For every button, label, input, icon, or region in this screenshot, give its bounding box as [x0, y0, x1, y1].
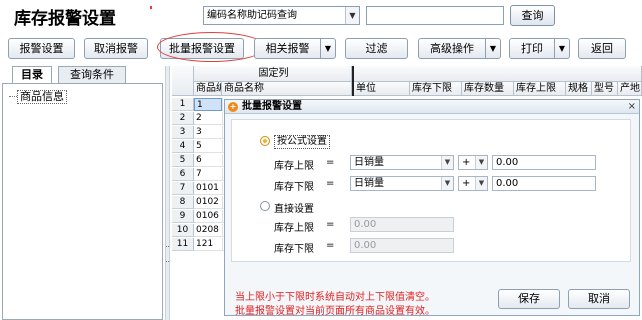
- row-number[interactable]: 10: [172, 224, 194, 237]
- product-code-cell[interactable]: 6: [194, 154, 222, 167]
- direct-upper-label: 库存上限: [274, 223, 314, 234]
- tab-query-conditions[interactable]: 查询条件: [58, 66, 126, 83]
- alarm-settings-button[interactable]: 报警设置: [8, 38, 75, 59]
- chevron-down-icon[interactable]: ▼: [475, 156, 487, 169]
- red-marker: [150, 6, 152, 9]
- note-clear-warning: 当上限小于下限时系统自动对上下限值清空。: [235, 292, 435, 303]
- product-code-cell[interactable]: 3: [194, 126, 222, 139]
- equals-sign: =: [326, 240, 335, 251]
- cancel-button[interactable]: 取消: [568, 289, 630, 309]
- col-header[interactable]: 单位: [354, 82, 410, 96]
- product-code-cell[interactable]: 0101: [194, 182, 222, 195]
- lower-limit-label: 库存下限: [274, 182, 314, 193]
- product-code-cell[interactable]: 7: [194, 168, 222, 181]
- splitter-grip[interactable]: [166, 246, 169, 262]
- col-header[interactable]: 商品编码: [194, 82, 222, 96]
- product-code-cell[interactable]: 1: [194, 98, 222, 111]
- row-number[interactable]: 3: [172, 126, 194, 139]
- direct-radio[interactable]: [260, 201, 270, 211]
- upper-source-select[interactable]: 日销量 ▼: [350, 155, 454, 170]
- print-button[interactable]: 打印: [509, 38, 555, 59]
- row-number[interactable]: 1: [172, 98, 194, 111]
- equals-sign: =: [326, 157, 335, 168]
- product-code-cell[interactable]: 0102: [194, 196, 222, 209]
- direct-upper-input[interactable]: 0.00: [350, 217, 454, 232]
- upper-value-input[interactable]: 0.00: [492, 155, 596, 170]
- direct-lower-label: 库存下限: [274, 244, 314, 255]
- header-spacer: [354, 66, 642, 82]
- chevron-down-icon[interactable]: ▼: [441, 177, 453, 190]
- row-number[interactable]: 4: [172, 140, 194, 153]
- query-button[interactable]: 查询: [510, 5, 555, 26]
- col-header[interactable]: 库存下限: [410, 82, 462, 96]
- save-button[interactable]: 保存: [498, 289, 560, 309]
- product-code-cell[interactable]: 5: [194, 140, 222, 153]
- chevron-down-icon[interactable]: ▼: [475, 177, 487, 190]
- direct-option-label[interactable]: 直接设置: [274, 200, 314, 215]
- corner-cell: [172, 66, 194, 96]
- product-code-cell[interactable]: 0208: [194, 224, 222, 237]
- tab-catalog[interactable]: 目录: [12, 66, 52, 83]
- fixed-columns-header: 固定列: [194, 66, 352, 82]
- tree-connector: [9, 96, 17, 97]
- row-number[interactable]: 5: [172, 154, 194, 167]
- highlight-circle: [157, 32, 266, 62]
- equals-sign: =: [326, 178, 335, 189]
- related-alarm-button[interactable]: 相关报警: [254, 38, 321, 59]
- related-alarm-dropdown[interactable]: ▼: [321, 38, 336, 59]
- lower-value-input[interactable]: 0.00: [492, 176, 596, 191]
- col-header[interactable]: 库存数量: [462, 82, 514, 96]
- equals-sign: =: [326, 219, 335, 230]
- upper-limit-label: 库存上限: [274, 161, 314, 172]
- lower-operator-value: +: [462, 178, 471, 189]
- col-header[interactable]: 商品名称: [222, 82, 352, 96]
- product-code-cell[interactable]: 0106: [194, 210, 222, 223]
- dialog-titlebar[interactable]: + 批量报警设置 ×: [225, 100, 639, 114]
- category-tree: 商品信息: [2, 83, 163, 320]
- filter-button[interactable]: 过滤: [345, 38, 408, 59]
- formula-option-label[interactable]: 按公式设置: [274, 135, 330, 149]
- back-button[interactable]: 返回: [578, 38, 626, 59]
- lower-operator-select[interactable]: + ▼: [458, 176, 488, 191]
- tree-node-product-info[interactable]: 商品信息: [17, 90, 67, 104]
- upper-source-value: 日销量: [354, 157, 384, 168]
- advanced-operations-button[interactable]: 高级操作: [418, 38, 486, 59]
- row-number[interactable]: 8: [172, 196, 194, 209]
- formula-radio[interactable]: [260, 136, 270, 146]
- product-code-cell[interactable]: 121: [194, 238, 222, 251]
- row-number[interactable]: 9: [172, 210, 194, 223]
- batch-alarm-dialog: + 批量报警设置 × 按公式设置 库存上限 = 日销量 ▼ + ▼ 0.00 库存下…: [224, 99, 640, 317]
- lower-source-select[interactable]: 日销量 ▼: [350, 176, 454, 191]
- col-header[interactable]: 型号: [592, 82, 618, 96]
- print-dropdown[interactable]: ▼: [555, 38, 570, 59]
- col-header[interactable]: 库存上限: [514, 82, 566, 96]
- upper-operator-value: +: [462, 157, 471, 168]
- plus-icon: +: [228, 102, 238, 112]
- search-input[interactable]: [366, 6, 504, 25]
- row-number[interactable]: 2: [172, 112, 194, 125]
- chevron-down-icon[interactable]: ▼: [345, 7, 359, 24]
- col-header[interactable]: 产地: [618, 82, 642, 96]
- row-number[interactable]: 7: [172, 182, 194, 195]
- direct-lower-input[interactable]: 0.00: [350, 238, 454, 253]
- splitter[interactable]: [165, 66, 170, 320]
- search-mode-select[interactable]: 编码名称助记码查询 ▼: [203, 6, 360, 25]
- note-scope-warning: 批量报警设置对当前页面所有商品设置有效。: [235, 306, 435, 317]
- advanced-operations-dropdown[interactable]: ▼: [486, 38, 501, 59]
- product-code-cell[interactable]: 2: [194, 112, 222, 125]
- row-number[interactable]: 6: [172, 168, 194, 181]
- dialog-title: 批量报警设置: [242, 101, 302, 112]
- upper-operator-select[interactable]: + ▼: [458, 155, 488, 170]
- close-icon[interactable]: ×: [628, 100, 636, 114]
- lower-source-value: 日销量: [354, 178, 384, 189]
- row-number[interactable]: 11: [172, 238, 194, 251]
- cancel-alarm-button[interactable]: 取消报警: [84, 38, 148, 59]
- settings-panel: 按公式设置 库存上限 = 日销量 ▼ + ▼ 0.00 库存下限 = 日销量 ▼ + ▼…: [231, 119, 631, 262]
- page-title: 库存报警设置: [14, 9, 116, 29]
- col-header[interactable]: 规格: [566, 82, 592, 96]
- chevron-down-icon[interactable]: ▼: [441, 156, 453, 169]
- search-mode-value: 编码名称助记码查询: [207, 10, 297, 21]
